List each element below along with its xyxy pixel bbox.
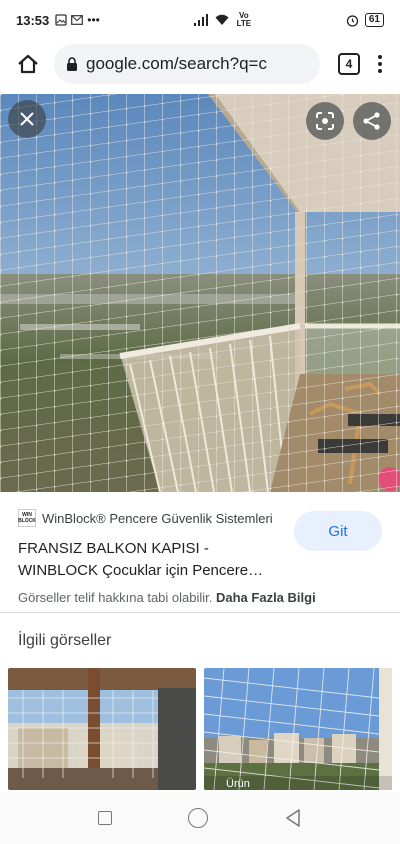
copyright-text: Görseller telif hakkına tabi olabilir. (18, 590, 213, 605)
result-title[interactable]: FRANSIZ BALKON KAPISI - WINBLOCK Çocukla… (18, 538, 278, 582)
address-bar[interactable]: google.com/search?q=c (54, 44, 320, 84)
related-thumb-2-label: Ürün (226, 778, 250, 790)
copyright-notice: Görseller telif hakkına tabi olabilir. D… (18, 590, 382, 605)
source-logo: WIN BLOCK (18, 509, 36, 527)
url-text: google.com/search?q=c (86, 54, 267, 73)
related-thumb-2[interactable]: Ürün (204, 668, 392, 790)
wifi-icon (215, 14, 229, 25)
related-thumb-1[interactable] (8, 668, 196, 790)
divider (0, 612, 400, 613)
signal-icon (193, 14, 208, 26)
related-images-row: Ürün (0, 668, 400, 790)
more-menu-button[interactable] (370, 55, 390, 73)
share-button[interactable] (353, 102, 391, 140)
status-time: 13:53 (16, 12, 50, 28)
home-nav-button[interactable] (188, 808, 208, 828)
related-thumb-1-image (8, 668, 196, 790)
related-images-heading: İlgili görseller (18, 632, 112, 649)
close-icon (20, 112, 34, 126)
more-dots-icon: ••• (87, 13, 100, 27)
home-icon (18, 54, 38, 74)
related-thumb-2-image (204, 668, 392, 790)
more-info-link[interactable]: Daha Fazla Bilgi (216, 590, 316, 605)
lock-icon (67, 56, 77, 71)
browser-toolbar: google.com/search?q=c 4 (0, 40, 400, 88)
status-bar: 13:53 ••• Vo LTE 61 (0, 0, 400, 40)
image-viewer[interactable] (0, 94, 400, 492)
tab-switcher-button[interactable]: 4 (338, 53, 360, 75)
lens-button[interactable] (306, 102, 344, 140)
source-name: WinBlock® Pencere Güvenlik Sistemleri (42, 510, 273, 526)
battery-indicator: 61 (364, 13, 384, 27)
status-icons: ••• (55, 13, 100, 27)
balcony-net-image (0, 94, 400, 492)
back-button[interactable] (284, 808, 302, 828)
mail-icon (71, 15, 84, 25)
system-nav-bar (0, 792, 400, 844)
lens-icon (316, 112, 334, 130)
close-button[interactable] (8, 100, 46, 138)
visit-button[interactable]: Git (294, 511, 382, 551)
alarm-icon (346, 14, 359, 27)
home-button[interactable] (10, 46, 46, 82)
recents-button[interactable] (98, 811, 112, 825)
volte-badge: Vo LTE (236, 11, 252, 28)
share-icon (363, 112, 380, 130)
gallery-icon (55, 14, 67, 26)
